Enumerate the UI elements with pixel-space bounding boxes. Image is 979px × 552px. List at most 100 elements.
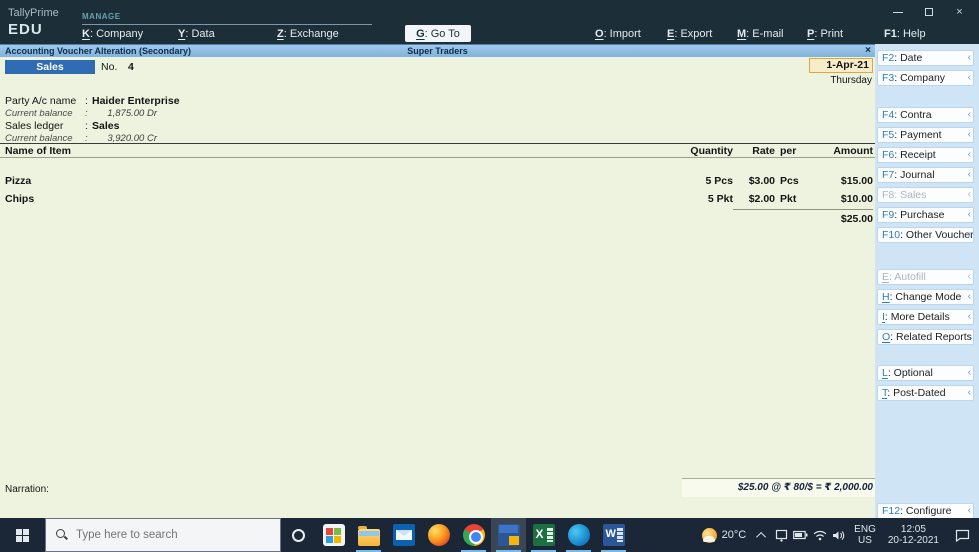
voucher-date-field[interactable]: 1-Apr-21 [809,58,873,73]
sidebar-button-optional[interactable]: L: Optional ‹ [877,365,974,381]
item-name[interactable]: Chips [0,192,635,206]
sidebar-button-f3-company[interactable]: F3: Company ‹ [877,70,974,86]
taskbar-item-firefox[interactable] [421,518,456,552]
menu-print[interactable]: P: Print [807,28,843,40]
item-row-chips[interactable]: Chips 5 Pkt $2.00 Pkt $10.00 [0,192,875,206]
collapse-arrow-icon: ‹ [967,311,971,322]
taskbar-item-mail[interactable] [386,518,421,552]
button-label: : Contra [894,109,932,121]
sales-ledger-row: Sales ledger : Sales [0,120,875,133]
menu-company[interactable]: K: Company [82,28,143,40]
item-per: Pcs [780,175,799,187]
volume-button[interactable] [829,518,848,552]
sidebar-button-f7-journal[interactable]: F7: Journal ‹ [877,167,974,183]
clock-date: 20-12-2021 [887,535,939,546]
forex-summary: $25.00 @ ₹ 80/$ = ₹ 2,000.00 [682,478,875,497]
sales-ledger-label: Sales ledger [5,120,64,132]
menu-help[interactable]: F1: Help [884,28,926,40]
company-name: Super Traders [407,46,468,56]
tray-system-button[interactable] [772,518,791,552]
button-key: O [882,331,891,343]
temperature-label: 20°C [721,529,747,541]
tray-expand-button[interactable] [752,518,772,552]
item-rate[interactable]: $2.00 [735,192,777,206]
button-key: H [882,291,890,303]
menu-email[interactable]: M: E-mail [737,28,783,40]
tallyprime-window: TallyPrime EDU MANAGE K: Company Y: Data… [0,0,979,552]
collapse-arrow-icon: ‹ [967,229,971,240]
sidebar-button-f2-date[interactable]: F2: Date ‹ [877,50,974,66]
sidebar-button-f5-payment[interactable]: F5: Payment ‹ [877,127,974,143]
button-label: : Change Mode [889,291,962,303]
word-icon [602,524,625,546]
close-button[interactable]: × [944,2,975,22]
start-button[interactable] [0,518,45,552]
party-value[interactable]: Haider Enterprise [92,95,180,107]
button-key: F10 [882,229,901,241]
taskbar-item-chrome[interactable] [456,518,491,552]
collapse-arrow-icon: ‹ [967,72,971,83]
menu-data-label: : Data [185,28,215,40]
sidebar-button-more-details[interactable]: I: More Details ‹ [877,309,974,325]
item-quantity[interactable]: 5 Pkt [635,192,735,206]
sidebar-button-related-reports[interactable]: O: Related Reports ‹ [877,329,974,345]
sidebar-button-f12-configure[interactable]: F12: Configure ‹ [877,503,974,519]
collapse-arrow-icon: ‹ [967,169,971,180]
sidebar-button-f4-contra[interactable]: F4: Contra ‹ [877,107,974,123]
taskbar-item-excel[interactable] [526,518,561,552]
menu-data[interactable]: Y: Data [178,28,215,40]
wifi-button[interactable] [810,518,829,552]
search-input[interactable] [76,529,256,541]
collapse-arrow-icon: ‹ [967,52,971,63]
file-explorer-icon [357,525,380,546]
windows-taskbar: 20°C ENG US 12:05 20-12-2021 [0,518,979,552]
maximize-button[interactable] [913,2,944,22]
taskbar-item-tallyprime[interactable] [491,518,526,552]
sidebar-button-autofill: E: Autofill ‹ [877,269,974,285]
sidebar-button-change-mode[interactable]: H: Change Mode ‹ [877,289,974,305]
language-line2: US [858,535,872,546]
weather-widget[interactable]: 20°C [696,518,753,552]
sidebar-button-f10-other-vouchers[interactable]: F10: Other Vouchers ‹ [877,227,974,243]
taskbar-clock[interactable]: 12:05 20-12-2021 [882,518,945,552]
collapse-arrow-icon: ‹ [967,387,971,398]
notification-icon [955,529,969,542]
taskbar-item-file-explorer[interactable] [351,518,386,552]
sidebar-button-f6-receipt[interactable]: F6: Receipt ‹ [877,147,974,163]
minimize-button[interactable] [882,2,913,22]
action-center-button[interactable] [945,518,979,552]
menu-exchange[interactable]: Z: Exchange [277,28,339,40]
item-rate[interactable]: $3.00 [735,174,777,188]
button-key: F6 [882,149,895,161]
menu-help-label: : Help [896,28,926,40]
taskbar-item-store[interactable] [316,518,351,552]
clock-time: 12:05 [900,524,926,535]
voucher-type-badge[interactable]: Sales [5,60,95,74]
tallyprime-icon [497,524,520,546]
microsoft-store-icon [322,524,345,546]
menu-email-key: M [737,28,747,40]
item-name[interactable]: Pizza [0,174,635,188]
battery-button[interactable] [791,518,810,552]
cortana-button[interactable] [281,518,316,552]
menu-import[interactable]: O: Import [595,28,641,40]
sidebar-button-post-dated[interactable]: T: Post-Dated ‹ [877,385,974,401]
collapse-arrow-icon: ‹ [967,505,971,516]
item-row-pizza[interactable]: Pizza 5 Pcs $3.00 Pcs $15.00 [0,174,875,188]
menu-divider [82,24,372,25]
system-tray-icon [776,529,788,542]
screen-close-icon[interactable]: × [865,45,871,56]
sidebar-button-f9-purchase[interactable]: F9: Purchase ‹ [877,207,974,223]
menu-export[interactable]: E: Export [667,28,712,40]
goto-button-label: : Go To [424,27,460,40]
item-quantity[interactable]: 5 Pcs [635,174,735,188]
goto-button[interactable]: G: Go To [405,25,471,42]
taskbar-item-edge[interactable] [561,518,596,552]
minimize-icon [892,11,903,13]
language-switcher[interactable]: ENG US [848,518,882,552]
taskbar-search[interactable] [45,518,281,552]
narration-label[interactable]: Narration: [5,484,49,495]
taskbar-item-word[interactable] [596,518,631,552]
sales-ledger-value[interactable]: Sales [92,120,119,132]
button-label: : Journal [894,169,935,181]
